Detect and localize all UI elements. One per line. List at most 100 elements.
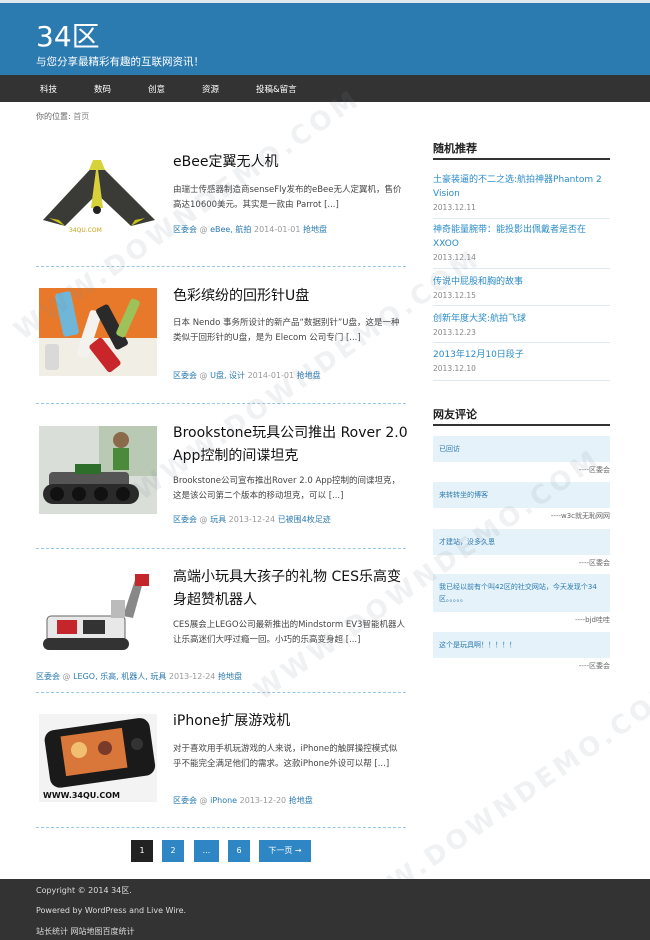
- meta-at: @: [199, 225, 208, 234]
- post-thumbnail-rover[interactable]: [39, 426, 157, 514]
- post-excerpt: 由瑞士传感器制造商senseFly发布的eBee无人定翼机，售价高达10600美…: [173, 185, 402, 210]
- post-comment-link[interactable]: 抢地盘: [303, 225, 327, 234]
- recommend-link[interactable]: 土豪装逼的不二之选:航拍神器Phantom 2 Vision: [433, 173, 610, 201]
- post-date: 2014-01-01: [247, 371, 295, 380]
- recommend-link[interactable]: 2013年12月10日段子: [433, 348, 610, 362]
- post-thumbnail-drone[interactable]: 34QU.COM: [39, 148, 157, 236]
- comment-text-link[interactable]: 已回访: [433, 436, 610, 462]
- post-category-link[interactable]: eBee, 航拍: [210, 225, 251, 234]
- post-date: 2013-12-20: [239, 796, 287, 805]
- post-comment-link[interactable]: 抢地盘: [289, 796, 313, 805]
- site-title[interactable]: 34区: [36, 15, 100, 55]
- comment-item: 我已经以前有个叫42区的社交网站，今天发现个34区。。。。。 ----bjd哇哇: [433, 574, 610, 625]
- post-title[interactable]: 高端小玩具大孩子的礼物 CES乐高变身超赞机器人: [173, 566, 409, 612]
- breadcrumb-home-link[interactable]: 首页: [73, 112, 89, 121]
- post-author-link[interactable]: 区委会: [173, 796, 197, 805]
- footer-powered-by: Powered by WordPress and Live Wire.: [36, 906, 187, 915]
- meta-at: @: [199, 796, 208, 805]
- breadcrumb-prefix: 你的位置:: [36, 112, 71, 121]
- post-author-link[interactable]: 区委会: [173, 371, 197, 380]
- recommend-date: 2013.12.14: [433, 253, 476, 262]
- comment-text-link[interactable]: 来转转坐的博客: [433, 482, 610, 508]
- post-comment-link[interactable]: 抢地盘: [218, 672, 242, 681]
- sidebar-comments-title: 网友评论: [433, 408, 477, 421]
- recommend-link[interactable]: 传说中屁股和胸的故事: [433, 275, 610, 289]
- usb-clip-image: [39, 288, 157, 376]
- rover-tank-image: [39, 426, 157, 514]
- post-title[interactable]: iPhone扩展游戏机: [173, 710, 290, 733]
- page-button-1[interactable]: 1: [131, 840, 153, 862]
- post-item: 34QU.COM eBee定翼无人机 由瑞士传感器制造商senseFly发布的e…: [36, 145, 406, 260]
- post-thumbnail-iphone[interactable]: WWW.34QU.COM: [39, 714, 157, 802]
- comment-text-link[interactable]: 我已经以前有个叫42区的社交网站，今天发现个34区。。。。。: [433, 574, 610, 612]
- post-excerpt: 对于喜欢用手机玩游戏的人来说，iPhone的触屏操控模式似乎不能完全满足他们的需…: [173, 744, 398, 769]
- recommend-item: 神奇能量腕带：能投影出佩戴者是否在XXOO 2013.12.14: [433, 223, 610, 262]
- breadcrumb: 你的位置: 首页: [36, 111, 89, 122]
- post-divider: [36, 548, 406, 549]
- post-meta: 区委会 @ LEGO, 乐高, 机器人, 玩具 2013-12-24 抢地盘: [36, 671, 242, 682]
- meta-at: @: [199, 371, 208, 380]
- comment-item: 来转转坐的博客 ----w3c就无恥网网: [433, 482, 610, 521]
- comment-text-link[interactable]: 才建站，没多久恩: [433, 529, 610, 555]
- recommend-item: 2013年12月10日段子 2013.12.10: [433, 348, 610, 373]
- recommend-date: 2013.12.11: [433, 203, 476, 212]
- footer-copyright: Copyright © 2014 34区.: [36, 886, 132, 895]
- post-category-link[interactable]: LEGO, 乐高, 机器人, 玩具: [73, 672, 166, 681]
- thumb-caption: WWW.34QU.COM: [43, 791, 120, 800]
- sidebar-recommend-title: 随机推荐: [433, 142, 477, 155]
- recommend-date: 2013.12.23: [433, 328, 476, 337]
- site-footer: Copyright © 2014 34区. Powered by WordPre…: [0, 879, 650, 940]
- recommend-link[interactable]: 创新年度大奖:航拍飞球: [433, 312, 610, 326]
- post-comment-link[interactable]: 已被围4枚足迹: [278, 515, 331, 524]
- recommend-separator: [433, 268, 610, 269]
- post-divider: [36, 266, 406, 267]
- recommend-item: 传说中屁股和胸的故事 2013.12.15: [433, 275, 610, 300]
- post-divider: [36, 403, 406, 404]
- footer-links[interactable]: 站长统计 网站地图百度统计: [36, 926, 135, 937]
- next-page-button[interactable]: 下一页 →: [259, 840, 311, 862]
- post-divider: [36, 692, 406, 693]
- recommend-separator: [433, 218, 610, 219]
- post-title[interactable]: eBee定翼无人机: [173, 151, 278, 174]
- comment-text-link[interactable]: 这个是玩具啊！！！！！: [433, 632, 610, 658]
- recommend-date: 2013.12.15: [433, 291, 476, 300]
- page-button-2[interactable]: 2: [162, 840, 184, 862]
- post-author-link[interactable]: 区委会: [173, 225, 197, 234]
- post-excerpt: 日本 Nendo 事务所设计的新产品“数据别针”U盘，这是一种类似于回形针的U盘…: [173, 318, 400, 343]
- post-meta: 区委会 @ iPhone 2013-12-20 抢地盘: [173, 795, 313, 806]
- post-item: 高端小玩具大孩子的礼物 CES乐高变身超赞机器人 CES展会上LEGO公司最新推…: [36, 560, 406, 690]
- recommend-date: 2013.12.10: [433, 364, 476, 373]
- main-nav: 科技 数码 创意 资源 投稿&留言: [0, 75, 650, 102]
- post-title[interactable]: Brookstone玩具公司推出 Rover 2.0 App控制的间谍坦克: [173, 422, 409, 468]
- post-date: 2013-12-24: [168, 672, 216, 681]
- nav-item-submit[interactable]: 投稿&留言: [256, 83, 297, 95]
- lego-robot-image: [39, 570, 157, 658]
- meta-at: @: [62, 672, 71, 681]
- post-title[interactable]: 色彩缤纷的回形针U盘: [173, 285, 309, 308]
- nav-item-tech[interactable]: 科技: [40, 83, 57, 95]
- comment-item: 才建站，没多久恩 ----区委会: [433, 529, 610, 568]
- nav-item-digital[interactable]: 数码: [94, 83, 111, 95]
- post-meta: 区委会 @ 玩具 2013-12-24 已被围4枚足迹: [173, 514, 331, 525]
- post-thumbnail-lego[interactable]: [39, 570, 157, 658]
- nav-item-resources[interactable]: 资源: [202, 83, 219, 95]
- sidebar-title-underline: [433, 158, 610, 160]
- post-thumbnail-usb[interactable]: [39, 288, 157, 376]
- nav-item-creative[interactable]: 创意: [148, 83, 165, 95]
- post-divider: [36, 827, 406, 828]
- post-category-link[interactable]: U盘, 设计: [210, 371, 245, 380]
- comment-item: 已回访 ----区委会: [433, 436, 610, 475]
- post-date: 2014-01-01: [253, 225, 301, 234]
- comment-author: ----区委会: [578, 559, 610, 567]
- meta-at: @: [199, 515, 208, 524]
- post-category-link[interactable]: iPhone: [210, 796, 237, 805]
- post-item: WWW.34QU.COM iPhone扩展游戏机 对于喜欢用手机玩游戏的人来说，…: [36, 705, 406, 820]
- post-excerpt: CES展会上LEGO公司最新推出的Mindstorm EV3智能机器人让乐高迷们…: [173, 620, 405, 645]
- post-author-link[interactable]: 区委会: [36, 672, 60, 681]
- page-button-6[interactable]: 6: [228, 840, 250, 862]
- thumb-caption: 34QU.COM: [69, 227, 102, 234]
- post-category-link[interactable]: 玩具: [210, 515, 226, 524]
- post-author-link[interactable]: 区委会: [173, 515, 197, 524]
- post-comment-link[interactable]: 抢地盘: [297, 371, 321, 380]
- recommend-link[interactable]: 神奇能量腕带：能投影出佩戴者是否在XXOO: [433, 223, 610, 251]
